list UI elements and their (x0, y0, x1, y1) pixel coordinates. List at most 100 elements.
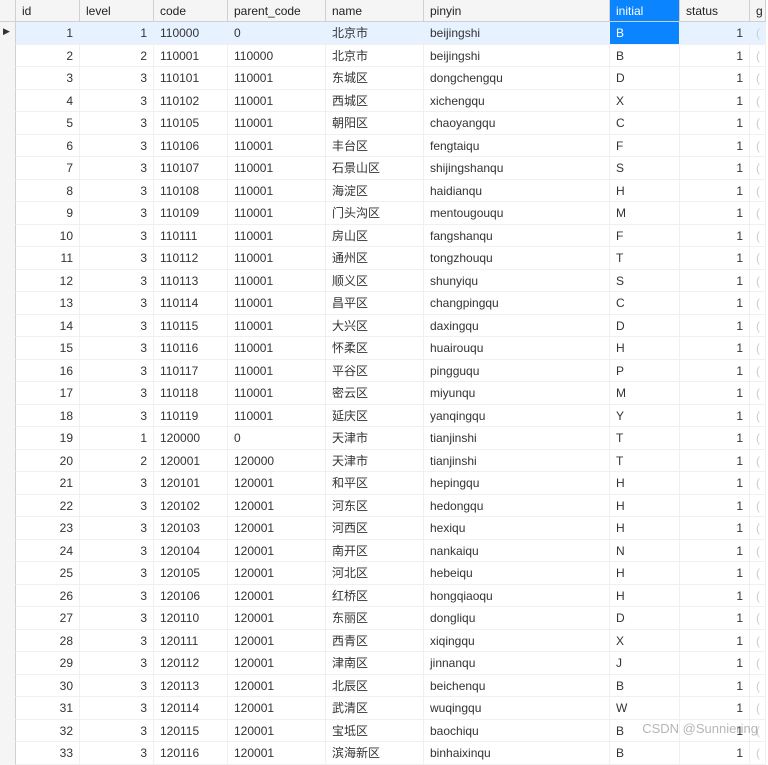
cell-code[interactable]: 120115 (154, 720, 228, 743)
cell-g[interactable]: ( (750, 427, 766, 450)
cell-code[interactable]: 110000 (154, 22, 228, 45)
column-header-name[interactable]: name (326, 0, 424, 22)
cell-id[interactable]: 6 (16, 135, 80, 158)
cell-parent_code[interactable]: 120000 (228, 450, 326, 473)
cell-status[interactable]: 1 (680, 112, 750, 135)
cell-name[interactable]: 北辰区 (326, 675, 424, 698)
cell-pinyin[interactable]: mentougouqu (424, 202, 610, 225)
cell-code[interactable]: 110001 (154, 45, 228, 68)
cell-parent_code[interactable]: 120001 (228, 742, 326, 765)
row-gutter[interactable] (0, 225, 16, 248)
cell-id[interactable]: 4 (16, 90, 80, 113)
cell-initial[interactable]: B (610, 720, 680, 743)
cell-g[interactable]: ( (750, 405, 766, 428)
cell-id[interactable]: 5 (16, 112, 80, 135)
cell-name[interactable]: 海淀区 (326, 180, 424, 203)
cell-status[interactable]: 1 (680, 495, 750, 518)
cell-status[interactable]: 1 (680, 247, 750, 270)
row-gutter[interactable] (0, 292, 16, 315)
cell-pinyin[interactable]: hedongqu (424, 495, 610, 518)
cell-pinyin[interactable]: tongzhouqu (424, 247, 610, 270)
row-gutter[interactable] (0, 697, 16, 720)
cell-pinyin[interactable]: daxingqu (424, 315, 610, 338)
cell-name[interactable]: 顺义区 (326, 270, 424, 293)
cell-pinyin[interactable]: shunyiqu (424, 270, 610, 293)
cell-status[interactable]: 1 (680, 337, 750, 360)
cell-parent_code[interactable]: 120001 (228, 720, 326, 743)
cell-g[interactable]: ( (750, 450, 766, 473)
row-gutter[interactable] (0, 22, 16, 45)
cell-g[interactable]: ( (750, 112, 766, 135)
row-gutter[interactable] (0, 157, 16, 180)
cell-code[interactable]: 120111 (154, 630, 228, 653)
cell-name[interactable]: 石景山区 (326, 157, 424, 180)
cell-initial[interactable]: N (610, 540, 680, 563)
cell-g[interactable]: ( (750, 562, 766, 585)
cell-parent_code[interactable]: 120001 (228, 585, 326, 608)
cell-name[interactable]: 河西区 (326, 517, 424, 540)
cell-name[interactable]: 平谷区 (326, 360, 424, 383)
cell-pinyin[interactable]: huairouqu (424, 337, 610, 360)
row-gutter[interactable] (0, 675, 16, 698)
cell-name[interactable]: 门头沟区 (326, 202, 424, 225)
cell-initial[interactable]: Y (610, 405, 680, 428)
cell-code[interactable]: 110102 (154, 90, 228, 113)
cell-status[interactable]: 1 (680, 720, 750, 743)
cell-g[interactable]: ( (750, 157, 766, 180)
cell-level[interactable]: 3 (80, 382, 154, 405)
cell-g[interactable]: ( (750, 697, 766, 720)
cell-code[interactable]: 120000 (154, 427, 228, 450)
cell-pinyin[interactable]: fengtaiqu (424, 135, 610, 158)
cell-level[interactable]: 3 (80, 67, 154, 90)
cell-initial[interactable]: H (610, 517, 680, 540)
cell-g[interactable]: ( (750, 270, 766, 293)
cell-name[interactable]: 怀柔区 (326, 337, 424, 360)
cell-pinyin[interactable]: shijingshanqu (424, 157, 610, 180)
cell-g[interactable]: ( (750, 472, 766, 495)
cell-id[interactable]: 23 (16, 517, 80, 540)
cell-initial[interactable]: H (610, 180, 680, 203)
cell-status[interactable]: 1 (680, 67, 750, 90)
cell-pinyin[interactable]: nankaiqu (424, 540, 610, 563)
cell-initial[interactable]: P (610, 360, 680, 383)
cell-pinyin[interactable]: changpingqu (424, 292, 610, 315)
cell-level[interactable]: 3 (80, 720, 154, 743)
cell-g[interactable]: ( (750, 225, 766, 248)
row-gutter[interactable] (0, 742, 16, 765)
column-header-pinyin[interactable]: pinyin (424, 0, 610, 22)
cell-initial[interactable]: J (610, 652, 680, 675)
cell-parent_code[interactable]: 110001 (228, 337, 326, 360)
cell-g[interactable]: ( (750, 742, 766, 765)
cell-status[interactable]: 1 (680, 360, 750, 383)
row-gutter[interactable] (0, 652, 16, 675)
cell-id[interactable]: 28 (16, 630, 80, 653)
cell-name[interactable]: 宝坻区 (326, 720, 424, 743)
cell-initial[interactable]: C (610, 112, 680, 135)
cell-level[interactable]: 3 (80, 180, 154, 203)
cell-id[interactable]: 26 (16, 585, 80, 608)
cell-parent_code[interactable]: 120001 (228, 675, 326, 698)
cell-id[interactable]: 13 (16, 292, 80, 315)
cell-level[interactable]: 2 (80, 45, 154, 68)
cell-id[interactable]: 29 (16, 652, 80, 675)
cell-name[interactable]: 大兴区 (326, 315, 424, 338)
cell-initial[interactable]: C (610, 292, 680, 315)
cell-status[interactable]: 1 (680, 405, 750, 428)
cell-level[interactable]: 3 (80, 315, 154, 338)
row-gutter[interactable] (0, 360, 16, 383)
cell-g[interactable]: ( (750, 360, 766, 383)
column-header-level[interactable]: level (80, 0, 154, 22)
cell-code[interactable]: 110105 (154, 112, 228, 135)
cell-id[interactable]: 2 (16, 45, 80, 68)
cell-initial[interactable]: B (610, 742, 680, 765)
cell-parent_code[interactable]: 110001 (228, 360, 326, 383)
cell-name[interactable]: 南开区 (326, 540, 424, 563)
cell-parent_code[interactable]: 110001 (228, 315, 326, 338)
cell-id[interactable]: 11 (16, 247, 80, 270)
cell-level[interactable]: 3 (80, 270, 154, 293)
row-gutter[interactable] (0, 382, 16, 405)
row-gutter[interactable] (0, 450, 16, 473)
cell-parent_code[interactable]: 120001 (228, 652, 326, 675)
cell-level[interactable]: 3 (80, 540, 154, 563)
cell-code[interactable]: 110115 (154, 315, 228, 338)
